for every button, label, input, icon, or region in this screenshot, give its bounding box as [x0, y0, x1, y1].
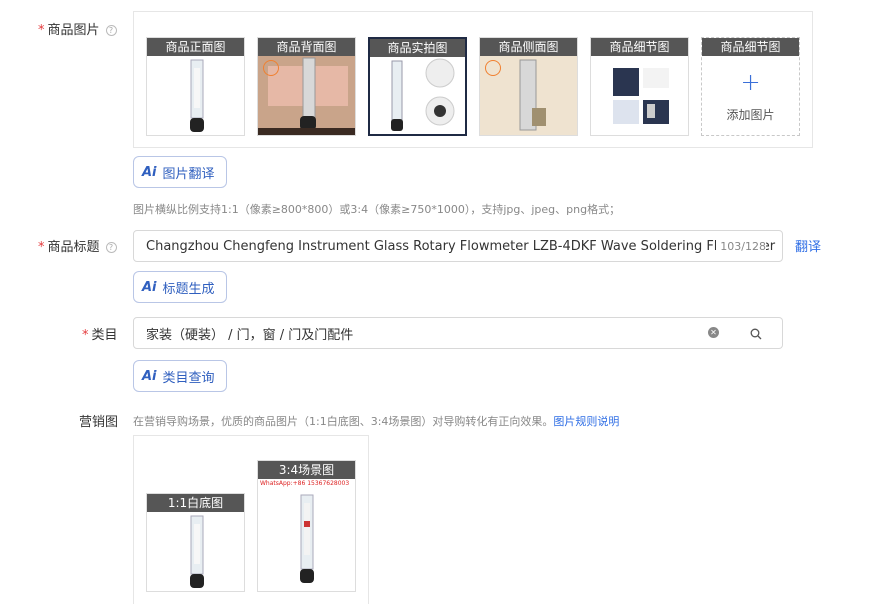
image-rules-link[interactable]: 图片规则说明: [553, 415, 619, 428]
marketing-image-label: 3:4场景图: [258, 461, 355, 479]
title-label-text: 商品标题: [47, 240, 100, 255]
category-search-button[interactable]: [730, 317, 783, 349]
rotate-icon[interactable]: [485, 60, 501, 76]
product-images-label-text: 商品图片: [47, 23, 100, 38]
image-slot-label: 商品正面图: [147, 38, 244, 56]
image-slot-side[interactable]: 商品侧面图: [479, 37, 578, 136]
search-icon: [750, 328, 762, 340]
category-query-button[interactable]: Ai 类目查询: [133, 360, 227, 392]
category-query-label: 类目查询: [162, 370, 215, 386]
title-translate-link[interactable]: 翻译: [795, 236, 821, 255]
category-input[interactable]: 家装（硬装） / 门，窗 / 门及门配件: [133, 317, 731, 349]
image-translate-label: 图片翻译: [162, 166, 215, 182]
image-slot-real[interactable]: 商品实拍图: [368, 37, 467, 136]
image-slot-label: 商品背面图: [258, 38, 355, 56]
marketing-image-square[interactable]: 1:1白底图: [146, 493, 245, 592]
category-input-value: 家装（硬装） / 门，窗 / 门及门配件: [146, 327, 354, 343]
image-spec-hint: 图片横纵比例支持1:1（像素≥800*800）或3:4（像素≥750*1000）…: [133, 203, 621, 216]
image-slot-detail[interactable]: 商品细节图: [590, 37, 689, 136]
plus-icon[interactable]: +: [702, 68, 799, 96]
required-mark: *: [82, 328, 89, 343]
image-slot-add[interactable]: + 添加图片 商品细节图: [701, 37, 800, 136]
title-input-value: Changzhou Chengfeng Instrument Glass Rot…: [146, 238, 776, 254]
watermark-text: WhatsApp:+86 15367628003: [260, 480, 350, 487]
image-translate-button[interactable]: Ai 图片翻译: [133, 156, 227, 188]
ai-icon: Ai: [142, 164, 157, 180]
title-char-counter: 103/128: [716, 240, 766, 253]
product-image-panel: 商品正面图 商品背面图 商品实拍图 商品侧面图 商品细节图 + 添加图片 商品细…: [133, 11, 813, 148]
ai-icon: Ai: [142, 368, 157, 384]
marketing-hint: 在营销导购场景，优质的商品图片（1:1白底图、3:4场景图）对导购转化有正向效果…: [133, 413, 619, 429]
image-slot-label: 商品侧面图: [480, 38, 577, 56]
marketing-image-label: 1:1白底图: [147, 494, 244, 512]
title-label: * 商品标题?: [38, 236, 117, 255]
image-slot-label: 商品实拍图: [370, 39, 465, 57]
image-slot-label: 商品细节图: [702, 38, 799, 56]
rotate-icon[interactable]: [263, 60, 279, 76]
ai-icon: Ai: [142, 279, 157, 295]
category-label-text: 类目: [91, 328, 118, 343]
product-images-label: * 商品图片?: [38, 19, 117, 38]
title-generate-button[interactable]: Ai 标题生成: [133, 271, 227, 303]
category-label: * 类目: [82, 324, 118, 343]
title-generate-label: 标题生成: [162, 281, 215, 297]
help-icon[interactable]: ?: [105, 25, 117, 36]
image-slot-back[interactable]: 商品背面图: [257, 37, 356, 136]
marketing-hint-text: 在营销导购场景，优质的商品图片（1:1白底图、3:4场景图）对导购转化有正向效果…: [133, 415, 554, 428]
title-input[interactable]: Changzhou Chengfeng Instrument Glass Rot…: [133, 230, 783, 262]
image-slot-front[interactable]: 商品正面图: [146, 37, 245, 136]
add-image-text: 添加图片: [726, 108, 775, 122]
marketing-image-portrait[interactable]: 3:4场景图 WhatsApp:+86 15367628003: [257, 460, 356, 592]
image-slot-label: 商品细节图: [591, 38, 688, 56]
required-mark: *: [38, 240, 45, 255]
marketing-image-panel: 1:1白底图 3:4场景图 WhatsApp:+86 15367628003: [133, 435, 369, 604]
required-mark: *: [38, 23, 45, 38]
help-icon[interactable]: ?: [105, 242, 117, 253]
marketing-label: 营销图: [79, 415, 119, 430]
clear-icon[interactable]: ✕: [708, 327, 719, 338]
